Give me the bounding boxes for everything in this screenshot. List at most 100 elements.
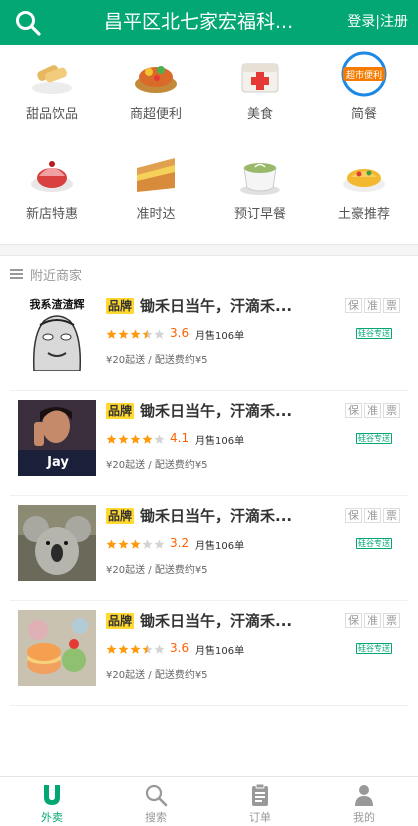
svg-text:超市便利: 超市便利: [346, 69, 382, 80]
delivery-badge: 硅谷专送: [356, 538, 392, 549]
shop-thumb-singer: Jay: [18, 400, 96, 476]
category-label: 商超便利: [129, 107, 182, 122]
takeout-icon: [44, 785, 60, 805]
star-full-icon: [118, 539, 129, 549]
rating-score: 4.1: [170, 431, 190, 445]
shop-name[interactable]: 锄禾日当午，汗滴禾...: [140, 400, 320, 421]
location-title[interactable]: 昌平区北七家宏福科...: [104, 0, 304, 45]
category-label: 预订早餐: [233, 207, 286, 222]
star-rating: [106, 539, 166, 550]
tag-ontime: 准: [364, 613, 381, 628]
profile-icon: [355, 785, 373, 806]
tab-label: 我的: [353, 811, 375, 824]
shop-fees: ¥20起送 / 配送费约¥5: [106, 670, 208, 681]
tab-takeout[interactable]: 外卖: [0, 777, 104, 826]
star-full-icon: [106, 539, 117, 549]
category-label: 甜品饮品: [25, 107, 78, 122]
tag-ontime: 准: [364, 508, 381, 523]
star-empty-icon: [142, 539, 153, 549]
star-empty-icon: [154, 644, 165, 654]
shop-tags: 保 准 票: [343, 508, 400, 523]
tag-ontime: 准: [364, 403, 381, 418]
star-full-icon: [106, 644, 117, 654]
shop-tags: 保 准 票: [343, 403, 400, 418]
on-time-icon: [137, 158, 175, 192]
category-label: 简餐: [350, 107, 377, 122]
search-icon: [145, 784, 168, 807]
list-icon: [10, 268, 23, 280]
shop-list-item[interactable]: 品牌 锄禾日当午，汗滴禾... 保 准 票 3.2 月售106单 硅谷专送 ¥2…: [10, 496, 408, 601]
category-label: 新店特惠: [25, 207, 78, 222]
tab-profile[interactable]: 我的: [312, 777, 416, 826]
tag-invoice: 票: [383, 298, 400, 313]
star-full-icon: [118, 434, 129, 444]
tag-invoice: 票: [383, 613, 400, 628]
brand-badge: 品牌: [106, 403, 135, 419]
dessert-icon: [32, 65, 72, 94]
food-icon: [241, 63, 279, 93]
category-item[interactable]: 美食: [208, 45, 312, 140]
shop-thumb-macaron: [18, 610, 96, 686]
category-item[interactable]: 超市便利 简餐: [312, 45, 416, 140]
delivery-badge: 硅谷专送: [356, 433, 392, 444]
tab-label: 订单: [249, 811, 271, 824]
shop-list-item[interactable]: Jay 品牌 锄禾日当午，汗滴禾... 保 准 票 4.1 月售106单 硅谷专…: [10, 391, 408, 496]
category-item[interactable]: 甜品饮品: [0, 45, 104, 140]
tab-label: 外卖: [41, 811, 63, 824]
delivery-badge: 硅谷专送: [356, 643, 392, 654]
tab-label: 搜索: [145, 811, 167, 824]
category-label: 美食: [246, 107, 273, 122]
shop-thumb-caption: Jay: [46, 455, 69, 470]
star-rating: [106, 329, 166, 340]
tag-invoice: 票: [383, 403, 400, 418]
header-bar: 昌平区北七家宏福科... 登录|注册: [0, 0, 418, 45]
category-item[interactable]: 新店特惠: [0, 145, 104, 240]
login-register-link[interactable]: 登录|注册: [347, 0, 408, 45]
monthly-sales: 月售106单: [195, 331, 245, 342]
category-item[interactable]: 商超便利: [104, 45, 208, 140]
shop-fees: ¥20起送 / 配送费约¥5: [106, 460, 208, 471]
tag-guarantee: 保: [345, 403, 362, 418]
tag-invoice: 票: [383, 508, 400, 523]
order-icon: [252, 783, 268, 806]
recommend-icon: [343, 169, 385, 192]
tab-orders[interactable]: 订单: [208, 777, 312, 826]
star-empty-icon: [154, 539, 165, 549]
shop-thumb-meme: 我系渣渣辉: [18, 295, 96, 371]
star-rating: [106, 644, 166, 655]
shop-list-item[interactable]: 我系渣渣辉 品牌 锄禾日当午，汗滴禾... 保 准 票 3.6 月售106单 硅…: [10, 286, 408, 391]
monthly-sales: 月售106单: [195, 436, 245, 447]
shop-tags: 保 准 票: [343, 298, 400, 313]
supermarket-icon: [135, 66, 177, 93]
bottom-nav: 外卖 搜索 订单 我的: [0, 776, 418, 826]
star-full-icon: [130, 644, 141, 654]
tab-search[interactable]: 搜索: [104, 777, 208, 826]
category-item[interactable]: 准时达: [104, 145, 208, 240]
star-half-icon: [142, 329, 153, 339]
tag-guarantee: 保: [345, 508, 362, 523]
category-label: 准时达: [136, 207, 176, 222]
search-icon[interactable]: [14, 9, 42, 37]
category-item[interactable]: 土豪推荐: [312, 145, 416, 240]
new-shop-icon: [31, 161, 73, 192]
brand-badge: 品牌: [106, 508, 135, 524]
shop-name[interactable]: 锄禾日当午，汗滴禾...: [140, 610, 320, 631]
tag-ontime: 准: [364, 298, 381, 313]
section-divider: [0, 244, 418, 256]
star-full-icon: [130, 434, 141, 444]
star-half-icon: [142, 644, 153, 654]
shop-list-item[interactable]: 品牌 锄禾日当午，汗滴禾... 保 准 票 3.6 月售106单 硅谷专送 ¥2…: [10, 601, 408, 706]
nearby-title: 附近商家: [30, 268, 83, 284]
tag-guarantee: 保: [345, 298, 362, 313]
monthly-sales: 月售106单: [195, 646, 245, 657]
shop-thumb-caption: 我系渣渣辉: [30, 297, 85, 311]
shop-name[interactable]: 锄禾日当午，汗滴禾...: [140, 505, 320, 526]
shop-name[interactable]: 锄禾日当午，汗滴禾...: [140, 295, 320, 316]
star-full-icon: [106, 434, 117, 444]
shop-fees: ¥20起送 / 配送费约¥5: [106, 355, 208, 366]
brand-badge: 品牌: [106, 298, 135, 314]
category-item[interactable]: 预订早餐: [208, 145, 312, 240]
star-full-icon: [130, 329, 141, 339]
rating-score: 3.6: [170, 326, 190, 340]
star-rating: [106, 434, 166, 445]
